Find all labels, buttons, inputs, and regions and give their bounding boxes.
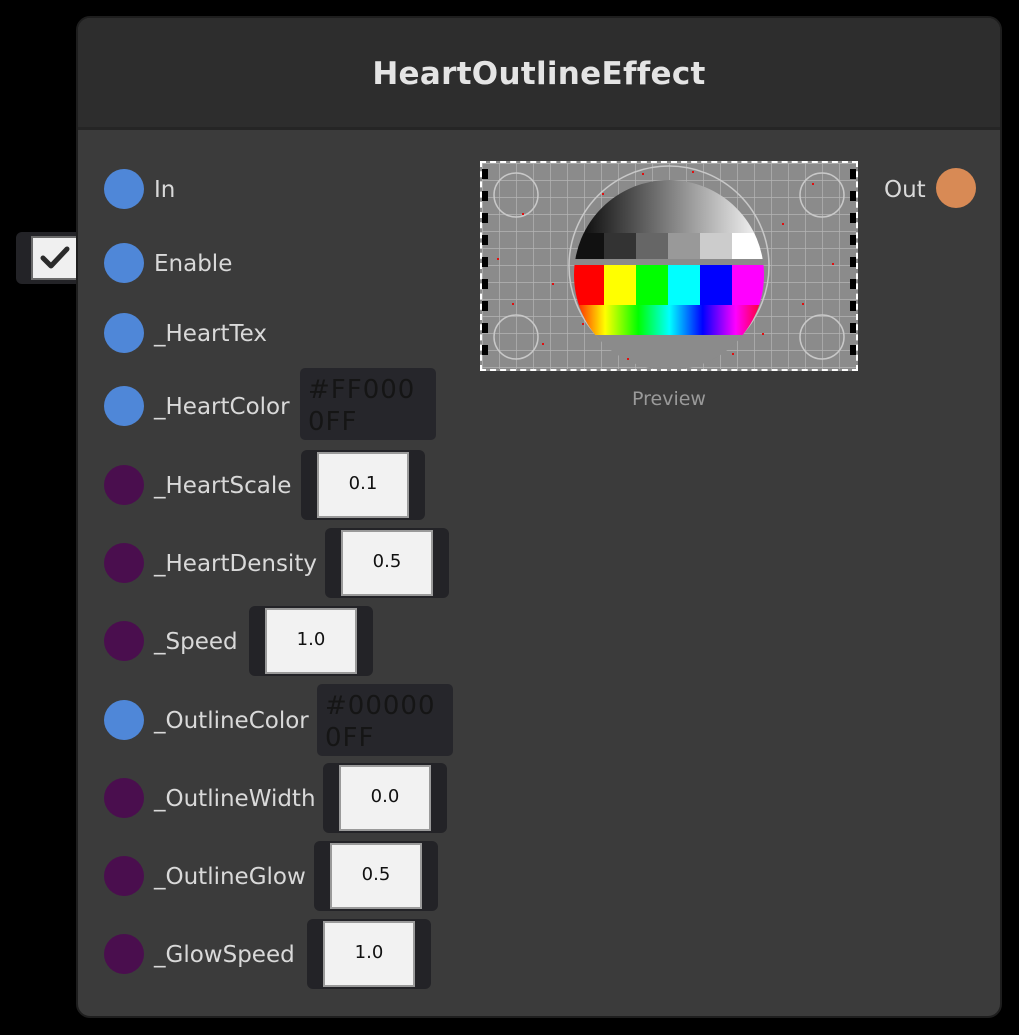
- outline-width-wrap: 0.0: [323, 763, 447, 833]
- node-header[interactable]: HeartOutlineEffect: [78, 18, 1000, 130]
- input-label-outline-color: _OutlineColor: [154, 708, 309, 734]
- port-in[interactable]: [104, 169, 144, 209]
- port-out[interactable]: [936, 168, 976, 208]
- enable-checkbox[interactable]: [31, 236, 79, 280]
- test-pattern-image: [482, 163, 856, 369]
- input-label-outline-glow: _OutlineGlow: [154, 864, 306, 890]
- speed-wrap: 1.0: [249, 606, 373, 676]
- port-outline-color[interactable]: [104, 700, 144, 740]
- outline-width-input[interactable]: 0.0: [339, 765, 431, 831]
- glow-speed-wrap: 1.0: [307, 919, 431, 989]
- node-title: HeartOutlineEffect: [372, 56, 706, 92]
- output-label: Out: [884, 177, 926, 203]
- preview-label: Preview: [632, 388, 706, 410]
- preview-image: [480, 161, 858, 371]
- input-label-heart-scale: _HeartScale: [154, 473, 292, 499]
- heart-scale-input[interactable]: 0.1: [317, 452, 409, 518]
- port-enable[interactable]: [104, 243, 144, 283]
- shader-node[interactable]: HeartOutlineEffect In Enable _HeartTex _…: [76, 16, 1002, 1018]
- input-label-heart-density: _HeartDensity: [154, 551, 317, 577]
- input-label-speed: _Speed: [154, 629, 238, 655]
- port-outline-width[interactable]: [104, 778, 144, 818]
- speed-input[interactable]: 1.0: [265, 608, 357, 674]
- glow-speed-input[interactable]: 1.0: [323, 921, 415, 987]
- port-heart-tex[interactable]: [104, 313, 144, 353]
- outline-glow-input[interactable]: 0.5: [330, 843, 422, 909]
- input-label-outline-width: _OutlineWidth: [154, 786, 316, 812]
- input-label-enable: Enable: [154, 251, 233, 277]
- port-heart-color[interactable]: [104, 386, 144, 426]
- checkmark-icon: [40, 246, 70, 269]
- heart-color-field[interactable]: #FF0000FF: [300, 368, 436, 440]
- input-label-heart-tex: _HeartTex: [154, 321, 268, 347]
- input-label-glow-speed: _GlowSpeed: [154, 942, 295, 968]
- outline-color-field[interactable]: #000000FF: [317, 684, 453, 756]
- outline-glow-wrap: 0.5: [314, 841, 438, 911]
- input-label-heart-color: _HeartColor: [154, 394, 290, 420]
- input-label-in: In: [154, 177, 176, 203]
- port-heart-scale[interactable]: [104, 465, 144, 505]
- heart-density-wrap: 0.5: [325, 528, 449, 598]
- port-speed[interactable]: [104, 621, 144, 661]
- port-outline-glow[interactable]: [104, 856, 144, 896]
- port-glow-speed[interactable]: [104, 934, 144, 974]
- port-heart-density[interactable]: [104, 543, 144, 583]
- heart-scale-wrap: 0.1: [301, 450, 425, 520]
- heart-density-input[interactable]: 0.5: [341, 530, 433, 596]
